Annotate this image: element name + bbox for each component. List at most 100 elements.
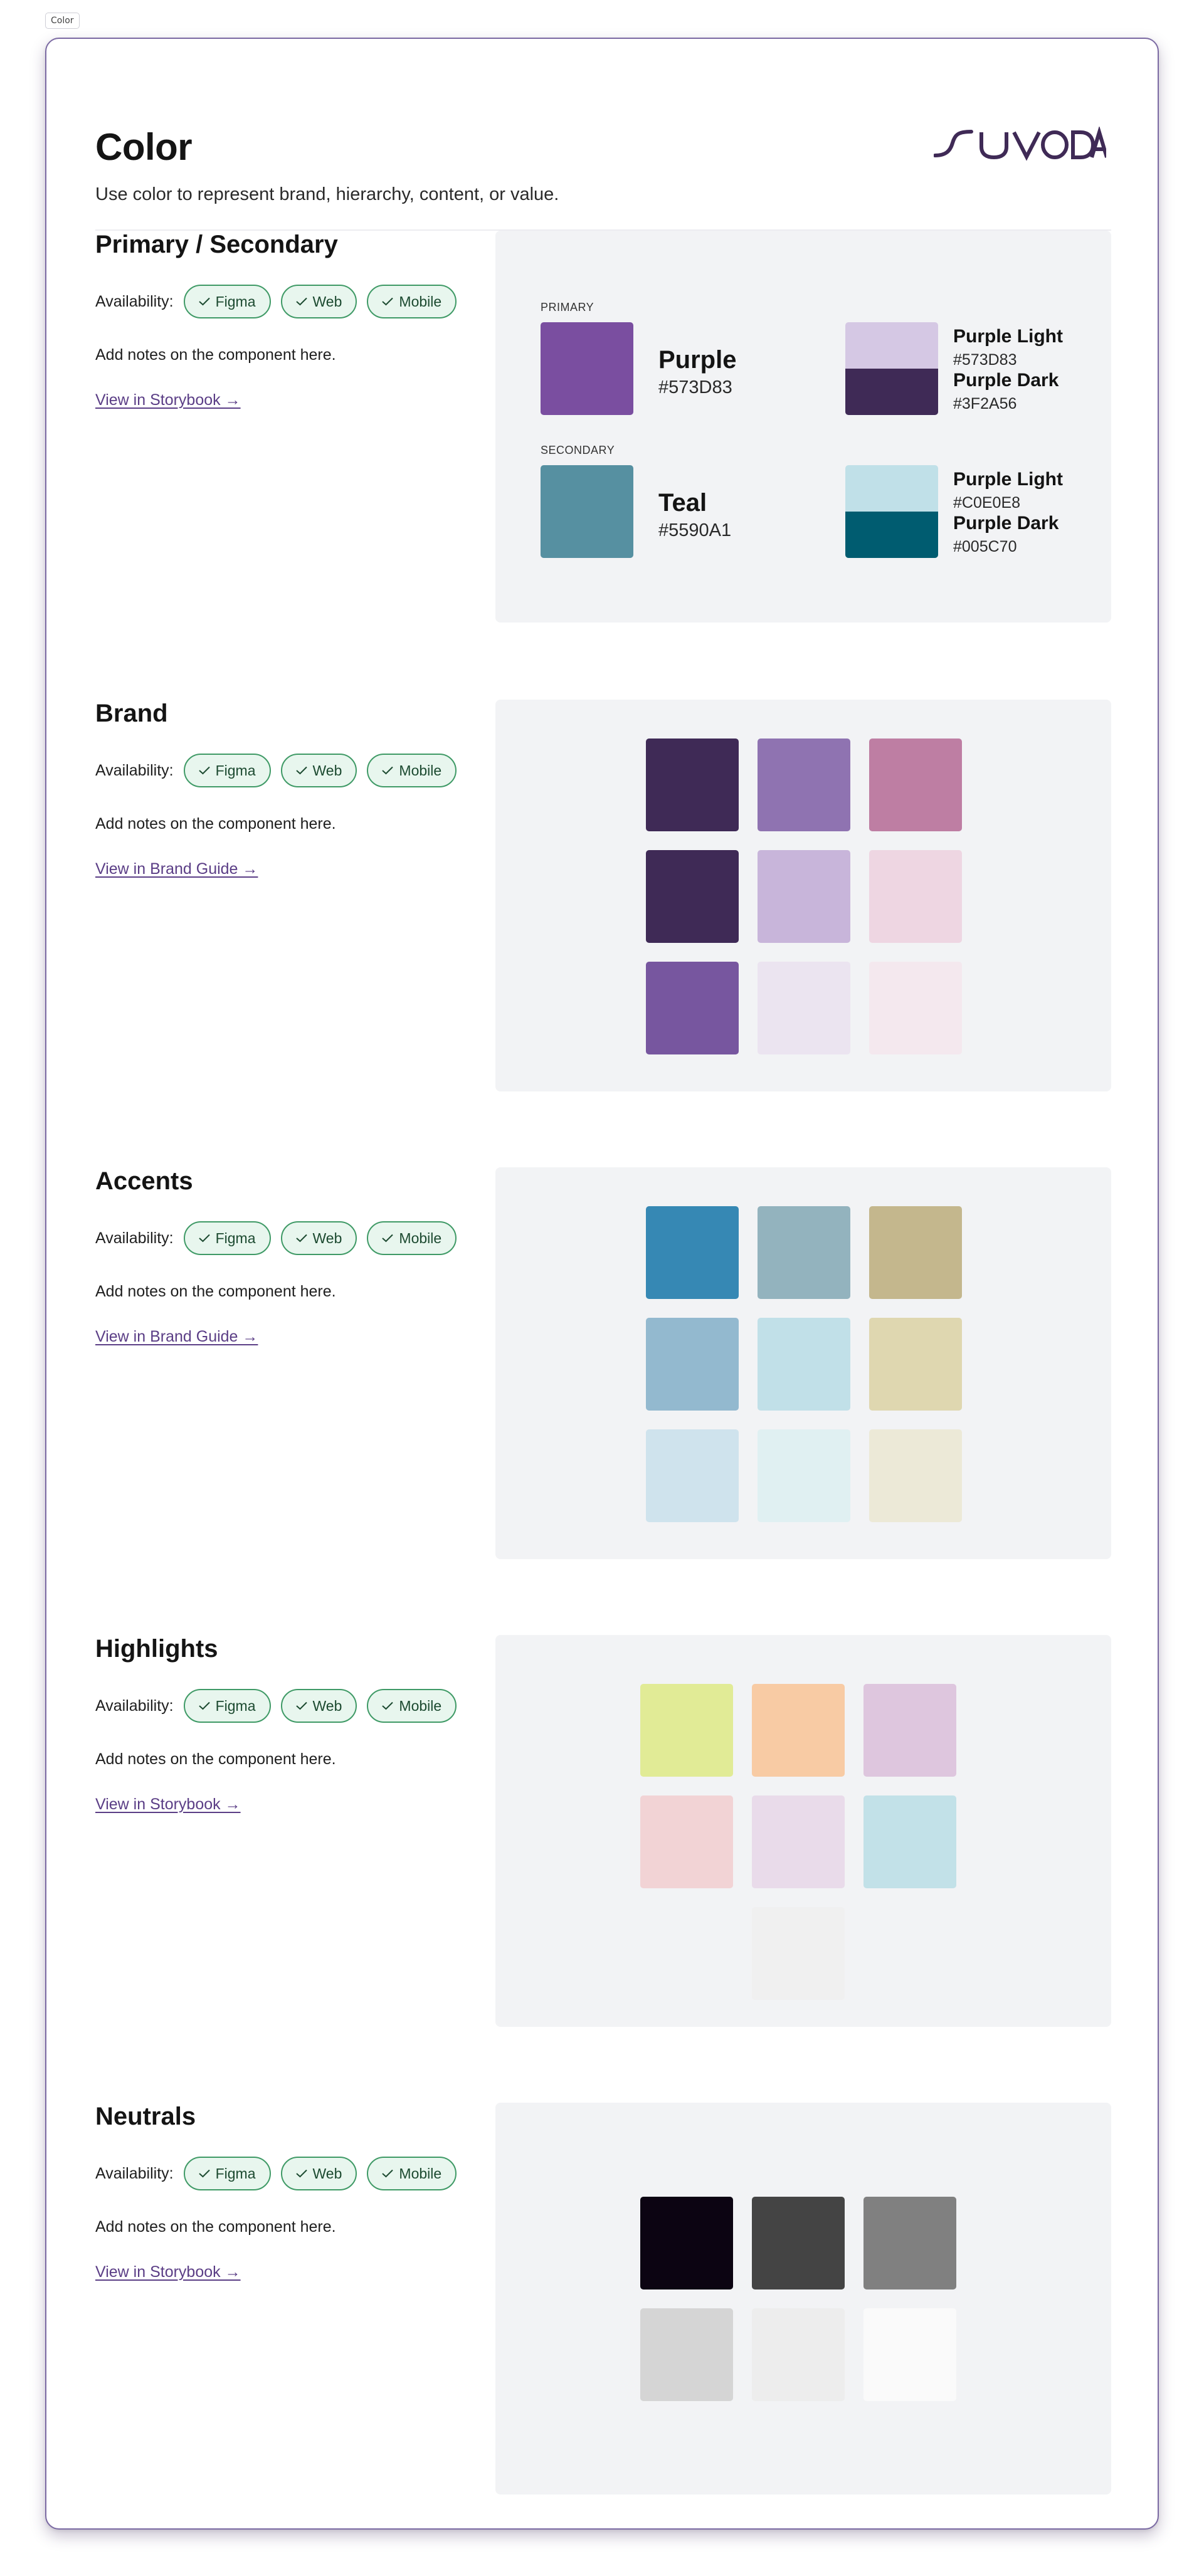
pill-figma[interactable]: Figma bbox=[183, 754, 271, 787]
pill-mobile[interactable]: Mobile bbox=[367, 2157, 457, 2190]
section-title: Neutrals bbox=[95, 2103, 196, 2130]
pill-figma[interactable]: Figma bbox=[183, 285, 271, 318]
pill-label: Web bbox=[312, 293, 342, 310]
section-info: Highlights Availability: Figma Web Mobil… bbox=[95, 1635, 484, 2027]
section-info: Accents Availability: Figma Web Mobile A… bbox=[95, 1167, 484, 1559]
primary-color-hex: #573D83 bbox=[658, 377, 732, 397]
swatch-primary-dark bbox=[845, 369, 938, 415]
swatch-neutral-3 bbox=[863, 2197, 956, 2289]
view-in-brand-guide-link[interactable]: View in Brand Guide → bbox=[95, 1328, 258, 1346]
pill-figma[interactable]: Figma bbox=[183, 1689, 271, 1723]
availability-label: Availability: bbox=[95, 1696, 174, 1715]
swatch-accent-9 bbox=[869, 1429, 962, 1522]
swatch-neutral-4 bbox=[640, 2308, 733, 2401]
primary-color-name: Purple bbox=[658, 346, 737, 374]
section-title: Highlights bbox=[95, 1635, 218, 1663]
secondary-dark-name: Purple Dark bbox=[953, 513, 1059, 534]
section-title: Brand bbox=[95, 700, 168, 727]
check-icon bbox=[382, 766, 394, 775]
color-panel-highlights bbox=[495, 1635, 1111, 2027]
color-panel-primary-secondary: PRIMARY Purple #573D83 Purple Light #573… bbox=[495, 231, 1111, 623]
pill-label: Mobile bbox=[399, 762, 442, 779]
availability-row: Availability: Figma Web Mobile bbox=[95, 1689, 457, 1723]
secondary-color-hex: #5590A1 bbox=[658, 520, 732, 540]
secondary-label: SECONDARY bbox=[541, 444, 615, 456]
swatch-brand-7 bbox=[646, 962, 739, 1054]
section-brand: Brand Availability: Figma Web Mobile Add… bbox=[95, 700, 1111, 1091]
availability-label: Availability: bbox=[95, 761, 174, 779]
swatch-brand-6 bbox=[869, 850, 962, 943]
swatch-accent-3 bbox=[869, 1206, 962, 1299]
page-title: Color bbox=[95, 126, 193, 168]
check-icon bbox=[382, 1234, 394, 1243]
section-highlights: Highlights Availability: Figma Web Mobil… bbox=[95, 1635, 1111, 2027]
pill-mobile[interactable]: Mobile bbox=[367, 1221, 457, 1255]
swatch-accent-7 bbox=[646, 1429, 739, 1522]
swatch-accent-6 bbox=[869, 1318, 962, 1411]
pill-web[interactable]: Web bbox=[280, 1689, 357, 1723]
check-icon bbox=[295, 766, 307, 775]
component-notes: Add notes on the component here. bbox=[95, 815, 336, 833]
swatch-neutral-1 bbox=[640, 2197, 733, 2289]
swatch-brand-8 bbox=[758, 962, 850, 1054]
pill-web[interactable]: Web bbox=[280, 1221, 357, 1255]
secondary-light-name: Purple Light bbox=[953, 469, 1063, 490]
availability-row: Availability: Figma Web Mobile bbox=[95, 754, 457, 787]
pill-web[interactable]: Web bbox=[280, 285, 357, 318]
pill-label: Mobile bbox=[399, 293, 442, 310]
page-subtitle: Use color to represent brand, hierarchy,… bbox=[95, 184, 559, 204]
view-in-storybook-link[interactable]: View in Storybook → bbox=[95, 391, 241, 409]
swatch-brand-2 bbox=[758, 739, 850, 831]
pill-web[interactable]: Web bbox=[280, 2157, 357, 2190]
section-info: Brand Availability: Figma Web Mobile Add… bbox=[95, 700, 484, 1091]
pill-mobile[interactable]: Mobile bbox=[367, 285, 457, 318]
pill-label: Mobile bbox=[399, 2165, 442, 2182]
swatch-neutral-5 bbox=[752, 2308, 845, 2401]
color-panel-neutrals bbox=[495, 2103, 1111, 2495]
swatch-neutral-6 bbox=[863, 2308, 956, 2401]
pill-web[interactable]: Web bbox=[280, 754, 357, 787]
availability-row: Availability: Figma Web Mobile bbox=[95, 2157, 457, 2190]
swatch-highlight-3 bbox=[863, 1684, 956, 1777]
pill-mobile[interactable]: Mobile bbox=[367, 754, 457, 787]
section-primary-secondary: Primary / Secondary Availability: Figma … bbox=[95, 231, 1111, 623]
suvoda-logo bbox=[934, 127, 1106, 161]
view-in-brand-guide-link[interactable]: View in Brand Guide → bbox=[95, 860, 258, 878]
component-notes: Add notes on the component here. bbox=[95, 2218, 336, 2236]
swatch-brand-9 bbox=[869, 962, 962, 1054]
primary-light-hex: #573D83 bbox=[953, 351, 1017, 369]
component-notes: Add notes on the component here. bbox=[95, 1283, 336, 1300]
swatch-highlight-7 bbox=[752, 1907, 845, 2000]
pill-label: Mobile bbox=[399, 1697, 442, 1714]
pill-label: Web bbox=[312, 2165, 342, 2182]
view-in-storybook-link[interactable]: View in Storybook → bbox=[95, 1795, 241, 1814]
view-in-storybook-link[interactable]: View in Storybook → bbox=[95, 2263, 241, 2281]
section-accents: Accents Availability: Figma Web Mobile A… bbox=[95, 1167, 1111, 1559]
color-panel-brand bbox=[495, 700, 1111, 1091]
pill-figma[interactable]: Figma bbox=[183, 1221, 271, 1255]
pill-label: Figma bbox=[215, 1229, 256, 1246]
pill-mobile[interactable]: Mobile bbox=[367, 1689, 457, 1723]
primary-label: PRIMARY bbox=[541, 301, 594, 313]
frame-label: Color bbox=[45, 13, 80, 29]
swatch-accent-8 bbox=[758, 1429, 850, 1522]
swatch-neutral-2 bbox=[752, 2197, 845, 2289]
pill-label: Web bbox=[312, 1697, 342, 1714]
swatch-highlight-4 bbox=[640, 1795, 733, 1888]
swatch-primary bbox=[541, 322, 633, 415]
check-icon bbox=[382, 1701, 394, 1710]
swatch-secondary-dark bbox=[845, 512, 938, 558]
primary-dark-hex: #3F2A56 bbox=[953, 395, 1017, 413]
check-icon bbox=[295, 2169, 307, 2178]
check-icon bbox=[198, 1234, 210, 1243]
section-info: Primary / Secondary Availability: Figma … bbox=[95, 231, 484, 623]
check-icon bbox=[382, 297, 394, 306]
check-icon bbox=[382, 2169, 394, 2178]
check-icon bbox=[198, 1701, 210, 1710]
check-icon bbox=[295, 1701, 307, 1710]
pill-figma[interactable]: Figma bbox=[183, 2157, 271, 2190]
swatch-brand-1 bbox=[646, 739, 739, 831]
swatch-accent-2 bbox=[758, 1206, 850, 1299]
availability-label: Availability: bbox=[95, 292, 174, 310]
secondary-light-hex: #C0E0E8 bbox=[953, 494, 1021, 512]
